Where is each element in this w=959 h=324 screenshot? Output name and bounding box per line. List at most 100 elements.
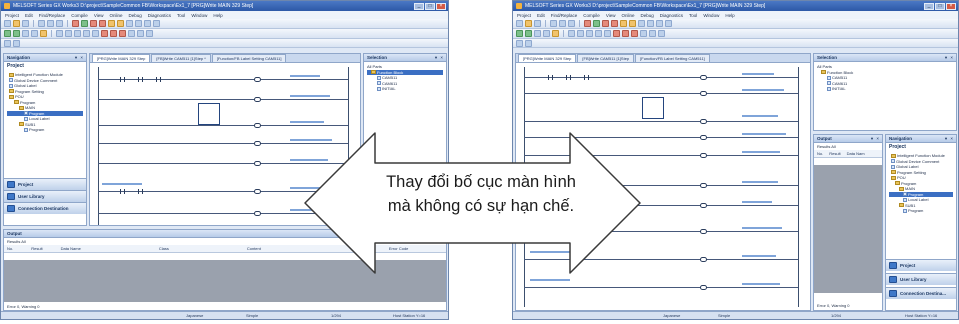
pane-controls-icon[interactable]: ▾ × — [75, 55, 84, 61]
compile-icon[interactable] — [108, 20, 115, 27]
output-toggle-icon[interactable] — [13, 39, 20, 47]
convert-icon[interactable] — [117, 20, 124, 27]
delete-line-icon[interactable] — [74, 30, 81, 37]
line-h-icon[interactable] — [56, 30, 63, 37]
pane-controls-icon[interactable]: ▾ × — [945, 55, 954, 61]
minimize-button[interactable]: _ — [414, 2, 424, 10]
menu-window[interactable]: Window — [703, 13, 719, 18]
invert-icon[interactable] — [613, 30, 620, 37]
col-result[interactable]: Result — [31, 246, 42, 251]
col-no[interactable]: No. — [817, 151, 823, 156]
function-icon[interactable] — [40, 30, 47, 37]
line-h-icon[interactable] — [568, 30, 575, 37]
menu-help[interactable]: Help — [725, 13, 734, 18]
line-v-icon[interactable] — [577, 30, 584, 37]
maximize-button[interactable]: □ — [425, 2, 435, 10]
col-no[interactable]: No. — [7, 246, 13, 251]
function-icon[interactable] — [552, 30, 559, 37]
statement-icon[interactable] — [649, 30, 656, 37]
zoom-icon[interactable] — [656, 20, 663, 27]
col-class[interactable]: Class — [159, 246, 169, 251]
col-data-name[interactable]: Data Nam — [847, 151, 865, 156]
set-icon[interactable] — [110, 30, 117, 37]
paste-icon[interactable] — [568, 20, 575, 27]
copy-icon[interactable] — [47, 20, 54, 27]
ladder-icon[interactable] — [22, 30, 29, 37]
reset-icon[interactable] — [119, 30, 126, 37]
col-data-name[interactable]: Data Name — [61, 246, 81, 251]
nav-project-button[interactable]: Project — [4, 178, 86, 190]
tab-fb-cam511[interactable]: [FB]Write CAM511 [1]Step * — [151, 54, 211, 62]
nav-user-library-button[interactable]: User Library — [4, 190, 86, 202]
stop-monitor-icon[interactable] — [99, 20, 106, 27]
rising-pulse-icon[interactable] — [595, 30, 602, 37]
statement-icon[interactable] — [137, 30, 144, 37]
menu-compile[interactable]: Compile — [583, 13, 600, 18]
pane-controls-icon[interactable]: ▾ × — [435, 55, 444, 61]
pane-controls-icon[interactable]: ▾ × — [945, 136, 954, 142]
invert-icon[interactable] — [101, 30, 108, 37]
pane-controls-icon[interactable]: ▾ × — [871, 136, 880, 142]
nav-user-library-button[interactable]: User Library — [886, 273, 956, 285]
convert-icon[interactable] — [629, 20, 636, 27]
paste-icon[interactable] — [56, 20, 63, 27]
menu-project[interactable]: Project — [517, 13, 531, 18]
open-icon[interactable] — [525, 20, 532, 27]
output-list-area[interactable] — [4, 260, 446, 302]
device-list-icon[interactable] — [665, 20, 672, 27]
menu-online[interactable]: Online — [110, 13, 123, 18]
note-icon[interactable] — [146, 30, 153, 37]
find-icon[interactable] — [126, 20, 133, 27]
selection-item[interactable]: INITIAL — [367, 86, 443, 92]
menu-debug[interactable]: Debug — [129, 13, 142, 18]
open-contact-icon[interactable] — [4, 30, 11, 37]
menu-debug[interactable]: Debug — [641, 13, 654, 18]
menu-diagnostics[interactable]: Diagnostics — [660, 13, 683, 18]
pane-controls-icon[interactable]: ▾ × — [435, 231, 444, 237]
compile-icon[interactable] — [620, 20, 627, 27]
ladder-icon[interactable] — [534, 30, 541, 37]
ladder-editor[interactable] — [90, 63, 360, 225]
tree-item[interactable]: Program — [7, 127, 83, 133]
write-plc-icon[interactable] — [72, 20, 79, 27]
reset-icon[interactable] — [631, 30, 638, 37]
menu-find-replace[interactable]: Find/Replace — [39, 13, 66, 18]
nav-connection-button[interactable]: Connection Destina... — [886, 287, 956, 299]
menu-online[interactable]: Online — [622, 13, 635, 18]
write-plc-icon[interactable] — [584, 20, 591, 27]
monitor-icon[interactable] — [602, 20, 609, 27]
menu-window[interactable]: Window — [191, 13, 207, 18]
tab-fb-label-setting[interactable]: [Function/FB Label Setting CAM511] — [211, 54, 287, 62]
new-project-icon[interactable] — [4, 20, 11, 27]
open-icon[interactable] — [13, 20, 20, 27]
tab-main-program[interactable]: [PRG]Write MAIN 329 Step — [518, 54, 577, 62]
col-error-code[interactable]: Error Code — [389, 246, 409, 251]
maximize-button[interactable]: □ — [935, 2, 945, 10]
close-contact-icon[interactable] — [13, 30, 20, 37]
tree-item[interactable]: Program — [889, 208, 953, 214]
menu-tool[interactable]: Tool — [689, 13, 697, 18]
nav-toggle-icon[interactable] — [4, 39, 11, 47]
menu-diagnostics[interactable]: Diagnostics — [148, 13, 171, 18]
rising-pulse-icon[interactable] — [83, 30, 90, 37]
nav-connection-button[interactable]: Connection Destination — [4, 202, 86, 214]
save-icon[interactable] — [534, 20, 541, 27]
menu-compile[interactable]: Compile — [71, 13, 88, 18]
copy-icon[interactable] — [559, 20, 566, 27]
nav-project-button[interactable]: Project — [886, 259, 956, 271]
close-button[interactable]: × — [946, 2, 956, 10]
col-result[interactable]: Result — [829, 151, 840, 156]
device-list-icon[interactable] — [153, 20, 160, 27]
menu-view[interactable]: View — [606, 13, 616, 18]
falling-pulse-icon[interactable] — [92, 30, 99, 37]
new-project-icon[interactable] — [516, 20, 523, 27]
tab-fb-label-setting[interactable]: [Function/FB Label Setting CAM511] — [635, 54, 710, 62]
falling-pulse-icon[interactable] — [604, 30, 611, 37]
output-toggle-icon[interactable] — [525, 39, 532, 47]
line-v-icon[interactable] — [65, 30, 72, 37]
menu-project[interactable]: Project — [5, 13, 19, 18]
coil-icon[interactable] — [543, 30, 550, 37]
comment-icon[interactable] — [640, 30, 647, 37]
delete-line-icon[interactable] — [586, 30, 593, 37]
menu-edit[interactable]: Edit — [25, 13, 33, 18]
